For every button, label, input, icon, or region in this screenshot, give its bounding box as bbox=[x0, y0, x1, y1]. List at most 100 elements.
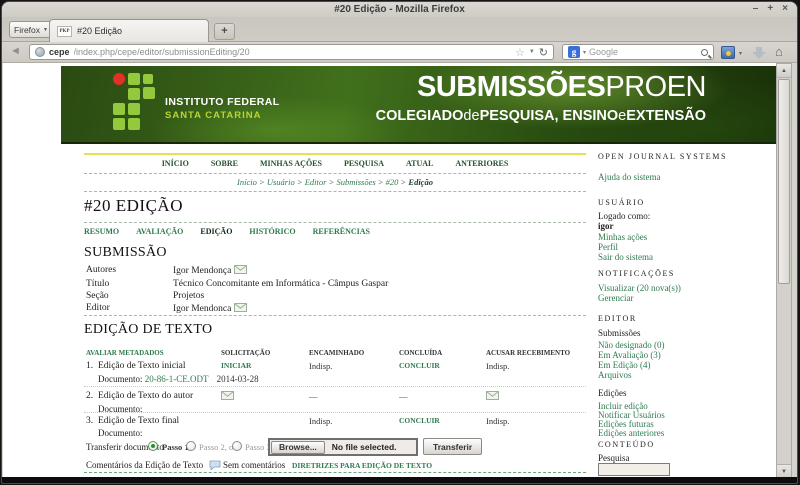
search-input[interactable] bbox=[589, 47, 698, 57]
breadcrumb-link[interactable]: Início bbox=[237, 177, 257, 187]
tab-title: #20 Edição bbox=[77, 26, 122, 36]
copyediting-heading: EDIÇÃO DE TEXTO bbox=[84, 322, 586, 338]
close-icon[interactable]: × bbox=[782, 2, 788, 17]
sidebar-link-sair[interactable]: Sair do sistema bbox=[598, 252, 773, 262]
url-host: cepe bbox=[49, 47, 70, 57]
nav-item-pesquisa[interactable]: PESQUISA bbox=[344, 159, 384, 168]
doc-label: Documento: bbox=[98, 374, 143, 384]
nav-item-anteriores[interactable]: ANTERIORES bbox=[455, 159, 508, 168]
tab-avaliacao[interactable]: AVALIAÇÃO bbox=[136, 227, 183, 236]
sidebar-link-edicoes-anteriores[interactable]: Edições anteriores bbox=[598, 428, 773, 438]
maximize-icon[interactable]: + bbox=[767, 2, 773, 17]
downloads-icon[interactable] bbox=[752, 46, 766, 59]
divider bbox=[84, 315, 586, 316]
sidebar-link-gerenciar[interactable]: Gerenciar bbox=[598, 293, 773, 303]
nav-item-atual[interactable]: ATUAL bbox=[406, 159, 433, 168]
nav-item-sobre[interactable]: SOBRE bbox=[211, 159, 238, 168]
firefox-menu-label: Firefox bbox=[14, 25, 40, 35]
breadcrumb-link[interactable]: Submissões bbox=[336, 177, 375, 187]
tab-referencias[interactable]: REFERÊNCIAS bbox=[313, 227, 370, 236]
document-line: Documento: bbox=[84, 428, 586, 438]
google-engine-icon[interactable]: g bbox=[568, 46, 580, 58]
breadcrumb: Início > Usuário > Editor > Submissões >… bbox=[84, 177, 586, 187]
window-title: #20 Edição - Mozilla Firefox bbox=[334, 4, 465, 15]
bookmarks-panel-icon[interactable] bbox=[721, 46, 735, 59]
mail-icon[interactable] bbox=[221, 391, 234, 402]
complete-link[interactable]: CONCLUIR bbox=[399, 361, 440, 370]
file-input[interactable]: Browse... No file selected. bbox=[268, 438, 418, 456]
scroll-up-icon[interactable]: ▲ bbox=[777, 64, 791, 78]
new-tab-button[interactable]: + bbox=[214, 23, 235, 40]
radio-label-passo-3[interactable]: Passo 3 bbox=[245, 442, 271, 452]
nav-item-minhas-acoes[interactable]: MINHAS AÇÕES bbox=[260, 159, 322, 168]
mail-icon[interactable] bbox=[486, 391, 499, 402]
cell-text: — bbox=[309, 391, 318, 401]
sidebar-link-nao-designado[interactable]: Não designado (0) bbox=[598, 340, 773, 350]
url-bar[interactable]: cepe /index.php/cepe/editor/submissionEd… bbox=[29, 44, 554, 60]
complete-link[interactable]: CONCLUIR bbox=[399, 416, 440, 425]
tab-edicao[interactable]: EDIÇÃO bbox=[200, 227, 232, 236]
breadcrumb-link[interactable]: #20 bbox=[386, 177, 399, 187]
url-dropdown-icon[interactable]: ▼ bbox=[529, 49, 535, 55]
radio-passo-3[interactable] bbox=[232, 441, 242, 451]
mail-icon[interactable] bbox=[234, 303, 247, 312]
breadcrumb-link[interactable]: Editor bbox=[305, 177, 327, 187]
tab-historico[interactable]: HISTÓRICO bbox=[249, 227, 295, 236]
review-metadata-link[interactable]: AVALIAR METADADOS bbox=[86, 349, 164, 357]
minimize-icon[interactable]: – bbox=[753, 2, 759, 17]
cell-text: Indisp. bbox=[486, 361, 509, 371]
search-bar[interactable]: g ▾ bbox=[562, 44, 714, 60]
engine-dropdown-icon[interactable]: ▾ bbox=[583, 49, 586, 56]
field-label: Título bbox=[86, 279, 109, 289]
cell-text: — bbox=[399, 391, 408, 401]
notifications-heading: NOTIFICAÇÕES bbox=[598, 269, 773, 278]
window-controls: – + × bbox=[753, 2, 788, 17]
bookmarks-dropdown-icon[interactable]: ▾ bbox=[739, 50, 742, 57]
radio-passo-1[interactable] bbox=[148, 441, 158, 451]
initiate-link[interactable]: INICIAR bbox=[221, 361, 251, 370]
field-label: Editor bbox=[86, 303, 110, 313]
home-icon[interactable]: ⌂ bbox=[775, 44, 783, 59]
reload-icon[interactable]: ↻ bbox=[539, 46, 548, 59]
search-icon[interactable] bbox=[701, 49, 708, 56]
comment-bubble-icon[interactable] bbox=[209, 460, 221, 471]
sidebar-link-em-avaliacao[interactable]: Em Avaliação (3) bbox=[598, 350, 773, 360]
bookmark-star-icon[interactable]: ☆ bbox=[515, 46, 525, 59]
tab-resumo[interactable]: RESUMO bbox=[84, 227, 119, 236]
breadcrumb-separator: > bbox=[401, 177, 407, 187]
submissions-group-title: Submissões bbox=[598, 328, 773, 338]
row-divider bbox=[84, 386, 586, 387]
sidebar-link-perfil[interactable]: Perfil bbox=[598, 242, 773, 252]
transfer-button[interactable]: Transferir bbox=[423, 438, 482, 455]
doc-date: 2014-03-28 bbox=[217, 374, 259, 384]
sidebar-link-arquivos[interactable]: Arquivos bbox=[598, 370, 773, 380]
breadcrumb-link[interactable]: Usuário bbox=[267, 177, 295, 187]
sidebar-link-minhas-acoes[interactable]: Minhas ações bbox=[598, 232, 773, 242]
page-scrollbar[interactable]: ▲ ▼ bbox=[776, 63, 792, 479]
nav-item-inicio[interactable]: INÍCIO bbox=[162, 159, 189, 168]
browse-button[interactable]: Browse... bbox=[271, 441, 325, 454]
navigation-toolbar: ◄ cepe /index.php/cepe/editor/submission… bbox=[2, 42, 797, 63]
firefox-menu-button[interactable]: Firefox ▼ bbox=[9, 21, 53, 38]
breadcrumb-separator: > bbox=[297, 177, 303, 187]
radio-passo-2[interactable] bbox=[186, 441, 196, 451]
divider bbox=[84, 191, 586, 192]
field-label: Autores bbox=[86, 265, 116, 275]
sidebar-link-em-edicao[interactable]: Em Edição (4) bbox=[598, 360, 773, 370]
row-num: 3. bbox=[86, 416, 93, 426]
back-icon[interactable]: ◄ bbox=[10, 45, 21, 57]
doc-file-link[interactable]: 20-86-1-CE.ODT bbox=[145, 374, 209, 384]
sidebar-help-link[interactable]: Ajuda do sistema bbox=[598, 172, 773, 182]
tab-current[interactable]: PKP #20 Edição bbox=[49, 19, 209, 42]
submission-tabs: RESUMO AVALIAÇÃO EDIÇÃO HISTÓRICO REFERÊ… bbox=[84, 227, 586, 236]
scrollbar-thumb[interactable] bbox=[778, 79, 790, 284]
sidebar-search-input[interactable] bbox=[598, 463, 670, 476]
window-titlebar[interactable]: #20 Edição - Mozilla Firefox – + × bbox=[2, 2, 797, 17]
scroll-down-icon[interactable]: ▼ bbox=[777, 464, 791, 478]
document-line: Documento: 20-86-1-CE.ODT 2014-03-28 bbox=[84, 374, 586, 384]
ojs-heading: OPEN JOURNAL SYSTEMS bbox=[598, 152, 773, 161]
sidebar-link-visualizar[interactable]: Visualizar (20 nova(s)) bbox=[598, 283, 773, 293]
comments-label: Comentários da Edição de Texto bbox=[86, 460, 203, 470]
guidelines-link[interactable]: DIRETRIZES PARA EDIÇÃO DE TEXTO bbox=[292, 461, 432, 470]
mail-icon[interactable] bbox=[234, 265, 247, 274]
